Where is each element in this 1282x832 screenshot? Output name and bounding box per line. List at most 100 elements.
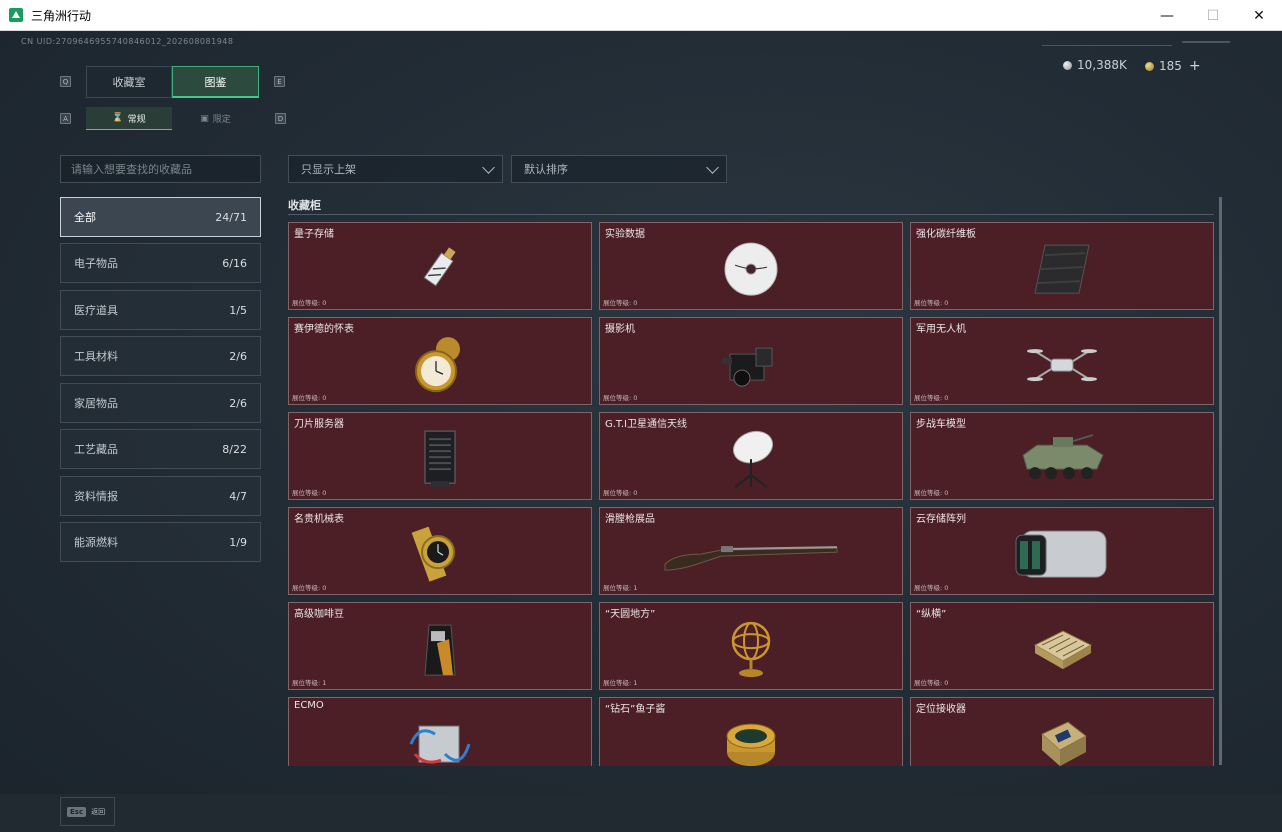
- satellite-dish-icon: [706, 428, 796, 490]
- chessboard-icon: [1017, 618, 1107, 680]
- category-label: 家居物品: [74, 397, 118, 410]
- item-card[interactable]: “钻石”鱼子酱: [599, 697, 903, 766]
- item-name: ECMO: [294, 700, 324, 711]
- close-button[interactable]: ✕: [1236, 0, 1282, 31]
- tab-collection-room[interactable]: 收藏室: [86, 66, 172, 98]
- item-card[interactable]: 滑膛枪展品 展位等级: 1: [599, 507, 903, 595]
- item-card[interactable]: “天圆地方” 展位等级: 1: [599, 602, 903, 690]
- item-card[interactable]: 高级咖啡豆 展位等级: 1: [288, 602, 592, 690]
- grid-scrollbar[interactable]: [1219, 197, 1222, 765]
- ecmo-machine-icon: [395, 713, 485, 766]
- esc-key-hint: Esc: [67, 806, 87, 817]
- decor-line: [1182, 41, 1230, 43]
- frame-icon: ▣: [200, 113, 209, 124]
- uid-label: CN UID:2709646955740846012_202608081948: [21, 37, 234, 46]
- item-card[interactable]: 步战车模型 展位等级: 0: [910, 412, 1214, 500]
- item-level: 展位等级: 0: [914, 679, 949, 687]
- item-name: 量子存储: [294, 229, 334, 240]
- item-card[interactable]: 赛伊德的怀表 展位等级: 0: [288, 317, 592, 405]
- back-button[interactable]: Esc 返回: [60, 797, 115, 826]
- category-count: 24/71: [215, 210, 247, 224]
- category-count: 1/5: [229, 303, 247, 317]
- category-label: 电子物品: [74, 257, 118, 270]
- category-medical[interactable]: 医疗道具 1/5: [60, 290, 261, 330]
- category-crafts[interactable]: 工艺藏品 8/22: [60, 429, 261, 469]
- gold-currency: 185 +: [1145, 58, 1201, 74]
- footer-bar: [0, 794, 1282, 832]
- minimize-button[interactable]: —: [1144, 0, 1190, 31]
- item-card[interactable]: 定位接收器: [910, 697, 1214, 766]
- item-level: 展位等级: 0: [292, 394, 327, 402]
- item-level: 展位等级: 0: [603, 299, 638, 307]
- hourglass-icon: ⌛: [112, 113, 124, 123]
- disc-icon: [706, 238, 796, 300]
- subtab-limited[interactable]: ▣ 限定: [172, 107, 259, 130]
- category-household[interactable]: 家居物品 2/6: [60, 383, 261, 423]
- item-card[interactable]: 刀片服务器 展位等级: 0: [288, 412, 592, 500]
- category-label: 工艺藏品: [74, 443, 118, 456]
- item-card[interactable]: 强化碳纤维板 展位等级: 0: [910, 222, 1214, 310]
- gps-receiver-icon: [1017, 713, 1107, 766]
- item-card[interactable]: 军用无人机 展位等级: 0: [910, 317, 1214, 405]
- category-label: 医疗道具: [74, 304, 118, 317]
- wristwatch-icon: [395, 523, 485, 585]
- item-name: 滑膛枪展品: [605, 514, 655, 525]
- category-label: 工具材料: [74, 350, 118, 363]
- collection-search-input[interactable]: [60, 155, 261, 183]
- back-label: 返回: [91, 807, 106, 816]
- item-name: 刀片服务器: [294, 419, 344, 430]
- category-electronics[interactable]: 电子物品 6/16: [60, 243, 261, 283]
- category-label: 全部: [74, 211, 96, 224]
- item-card[interactable]: “纵横” 展位等级: 0: [910, 602, 1214, 690]
- gold-coin-icon: [1145, 61, 1154, 71]
- storage-array-icon: [1007, 523, 1117, 585]
- tab-catalog[interactable]: 图鉴: [172, 66, 259, 98]
- category-count: 4/7: [229, 489, 247, 503]
- section-title: 收藏柜: [288, 199, 321, 212]
- pocket-watch-icon: [395, 333, 485, 395]
- item-name: 定位接收器: [916, 704, 966, 715]
- item-card[interactable]: G.T.I卫星通信天线 展位等级: 0: [599, 412, 903, 500]
- item-name: G.T.I卫星通信天线: [605, 419, 687, 430]
- window-title: 三角洲行动: [31, 8, 92, 23]
- category-intel[interactable]: 资料情报 4/7: [60, 476, 261, 516]
- item-level: 展位等级: 0: [914, 299, 949, 307]
- subtab-limited-label: 限定: [212, 115, 231, 125]
- drone-icon: [1017, 333, 1107, 395]
- carbon-plate-icon: [1017, 238, 1107, 300]
- item-level: 展位等级: 0: [914, 584, 949, 592]
- item-level: 展位等级: 0: [914, 489, 949, 497]
- app-logo-icon: [9, 8, 23, 22]
- item-level: 展位等级: 1: [603, 679, 638, 687]
- key-hint-a: A: [60, 113, 71, 124]
- category-label: 资料情报: [74, 490, 118, 503]
- item-card[interactable]: 摄影机 展位等级: 0: [599, 317, 903, 405]
- shelf-filter-dropdown[interactable]: 只显示上架: [288, 155, 503, 183]
- silver-coin-icon: [1063, 60, 1072, 70]
- category-tools[interactable]: 工具材料 2/6: [60, 336, 261, 376]
- category-count: 2/6: [229, 349, 247, 363]
- item-name: 名贵机械表: [294, 514, 344, 525]
- category-all[interactable]: 全部 24/71: [60, 197, 261, 237]
- subtab-regular[interactable]: ⌛ 常规: [86, 107, 172, 130]
- item-card[interactable]: 云存储阵列 展位等级: 0: [910, 507, 1214, 595]
- item-card[interactable]: ECMO: [288, 697, 592, 766]
- maximize-button[interactable]: ☐: [1190, 0, 1236, 31]
- item-card[interactable]: 量子存储 展位等级: 0: [288, 222, 592, 310]
- server-icon: [395, 428, 485, 490]
- item-name: 实验数据: [605, 229, 645, 240]
- silver-currency: 10,388K: [1063, 58, 1127, 72]
- sort-dropdown[interactable]: 默认排序: [511, 155, 727, 183]
- category-energy[interactable]: 能源燃料 1/9: [60, 522, 261, 562]
- item-level: 展位等级: 1: [603, 584, 638, 592]
- item-name: 步战车模型: [916, 419, 966, 430]
- item-level: 展位等级: 0: [292, 299, 327, 307]
- item-card[interactable]: 实验数据 展位等级: 0: [599, 222, 903, 310]
- item-card[interactable]: 名贵机械表 展位等级: 0: [288, 507, 592, 595]
- item-name: “纵横”: [916, 609, 947, 620]
- collection-grid: 量子存储 展位等级: 0 实验数据 展位等级: 0 强化碳纤维板 展位等级: 0…: [288, 222, 1214, 766]
- item-name: 强化碳纤维板: [916, 229, 976, 240]
- add-currency-button[interactable]: +: [1189, 58, 1201, 74]
- item-level: 展位等级: 0: [603, 489, 638, 497]
- category-count: 1/9: [229, 535, 247, 549]
